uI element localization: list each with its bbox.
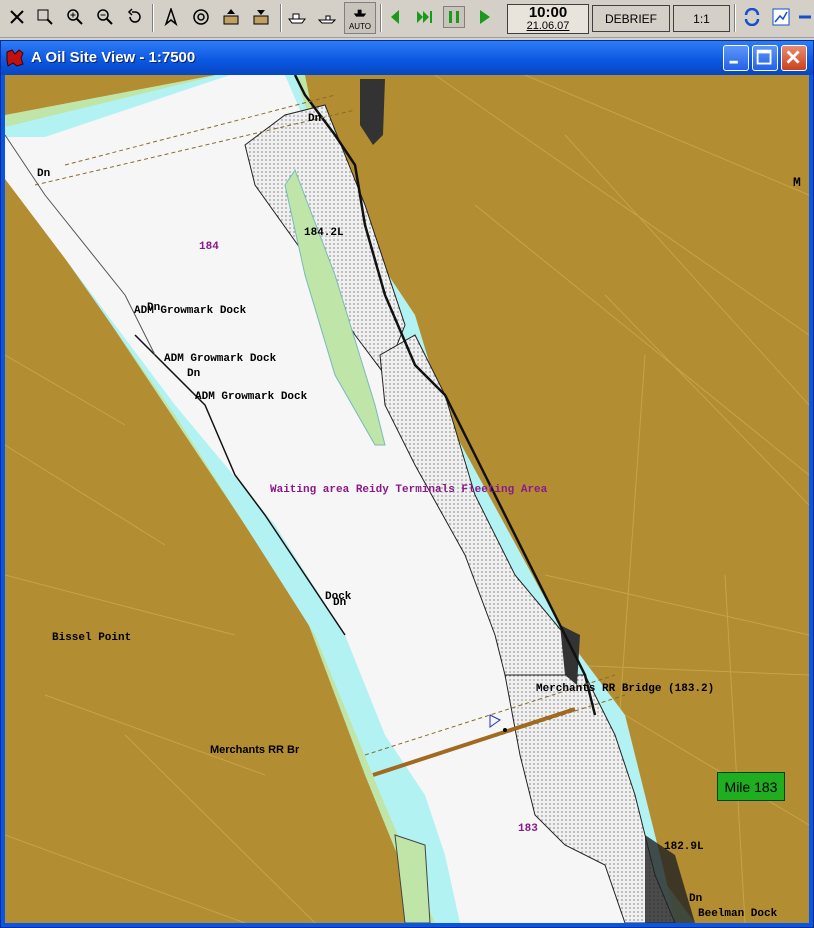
toolbar-separator (734, 4, 736, 32)
title-bar[interactable]: A Oil Site View - 1:7500 (1, 41, 813, 75)
dock-label: ADM Growmark Dock (164, 353, 277, 365)
undo-zoom-icon[interactable] (124, 6, 146, 28)
bridge-short-label: Merchants RR Br (210, 744, 300, 756)
fleeting-area-label: Waiting area Reidy Terminals Fleeting Ar… (270, 484, 548, 496)
bank-mile-label: 182.9L (664, 841, 704, 853)
target-icon[interactable] (190, 6, 212, 28)
vessel-icon[interactable] (286, 6, 308, 28)
map-label-dn: Dn (333, 597, 347, 609)
dock-label: ADM Growmark Dock (134, 305, 247, 317)
window-title: A Oil Site View - 1:7500 (31, 49, 196, 66)
north-arrow-icon[interactable] (160, 6, 182, 28)
chart-icon[interactable] (770, 6, 792, 28)
river-chart-drawing (5, 75, 809, 923)
simulation-clock: 10:00 21.06.07 (507, 4, 589, 34)
dock-label: Beelman Dock (698, 908, 778, 920)
map-label-dn: Dn (187, 368, 201, 380)
mile-marker-badge[interactable]: Mile 183 (717, 772, 785, 801)
maximize-button[interactable] (752, 45, 778, 71)
select-icon[interactable] (6, 6, 28, 28)
play-icon[interactable] (474, 6, 496, 28)
map-label-m: M (793, 175, 801, 190)
toolbar-separator (380, 4, 382, 32)
extra-tool-icon[interactable] (796, 6, 814, 28)
clock-time: 10:00 (528, 4, 568, 21)
clock-date: 21.06.07 (526, 20, 570, 32)
download-icon[interactable] (250, 6, 272, 28)
zoom-in-icon[interactable] (64, 6, 86, 28)
map-label-dn: Dn (308, 113, 322, 125)
bank-mile-label: 184.2L (304, 227, 344, 239)
toolbar-separator (152, 4, 154, 32)
maximize-icon (756, 49, 772, 65)
dock-label: ADM Growmark Dock (195, 391, 308, 403)
scale-button[interactable]: 1:1 (673, 5, 730, 32)
fast-forward-icon[interactable] (414, 6, 436, 28)
sync-icon[interactable] (741, 6, 763, 28)
bridge-label: Merchants RR Bridge (183.2) (536, 683, 715, 695)
step-back-icon[interactable] (384, 6, 406, 28)
debrief-button[interactable]: DEBRIEF (592, 5, 670, 32)
auto-label: AUTO (348, 22, 372, 31)
river-mile-label: 184 (199, 241, 219, 253)
river-mile-label: 183 (518, 823, 538, 835)
map-label-dn: Dn (689, 893, 703, 905)
upload-icon[interactable] (220, 6, 242, 28)
close-icon (786, 50, 800, 64)
pause-icon[interactable] (443, 6, 465, 28)
place-label: Bissel Point (52, 632, 132, 644)
app-icon (5, 48, 25, 68)
minimize-button[interactable] (723, 45, 749, 71)
minimize-icon (729, 60, 738, 64)
site-view-window: A Oil Site View - 1:7500 Dn Dn M 184 184… (0, 40, 814, 928)
toolbar-separator (280, 4, 282, 32)
chart-map[interactable]: Dn Dn M 184 184.2L Dn ADM Growmark Dock … (5, 75, 809, 923)
auto-vessel-icon (353, 9, 367, 17)
zoom-out-icon[interactable] (94, 6, 116, 28)
map-label-dn: Dn (37, 168, 51, 180)
toolbar: AUTO 10:00 21.06.07 DEBRIEF 1:1 (0, 0, 814, 38)
close-button[interactable] (781, 45, 807, 71)
auto-vessel-button[interactable]: AUTO (344, 2, 376, 34)
zoom-window-icon[interactable] (34, 6, 56, 28)
vessel-outline-icon[interactable] (316, 6, 338, 28)
